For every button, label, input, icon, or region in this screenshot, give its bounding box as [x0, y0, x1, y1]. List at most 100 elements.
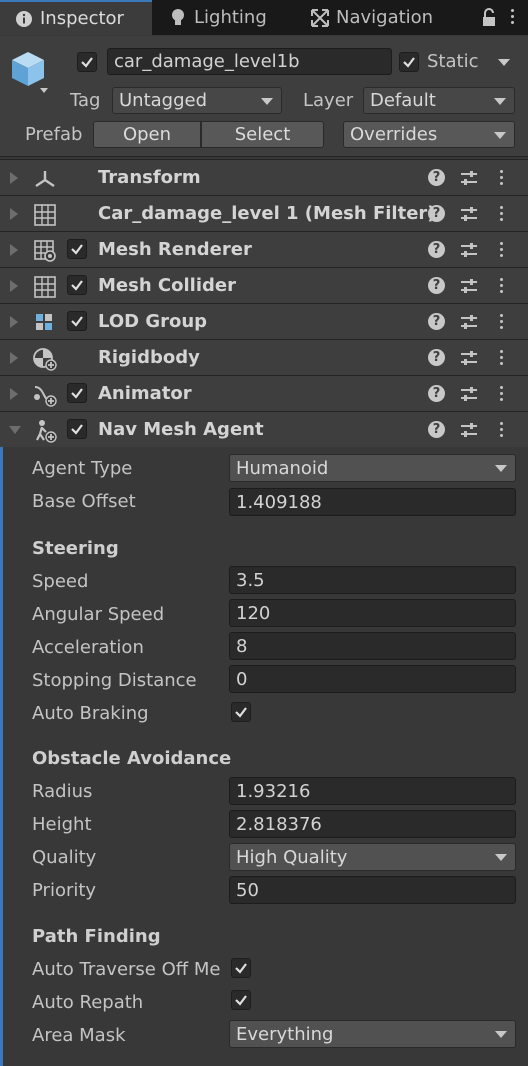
- tab-navigation-label: Navigation: [336, 7, 434, 28]
- component-menu-kebab-icon[interactable]: [498, 170, 504, 185]
- stopping-distance-field[interactable]: 0: [229, 665, 516, 693]
- auto-repath-checkbox[interactable]: [231, 990, 251, 1010]
- object-name-value: car_damage_level1b: [114, 51, 300, 72]
- component-menu-kebab-icon[interactable]: [498, 422, 504, 437]
- priority-label: Priority: [32, 880, 97, 901]
- mesh-renderer-enabled-checkbox[interactable]: [67, 239, 87, 259]
- angular-speed-field[interactable]: 120: [229, 599, 516, 627]
- foldout-arrow-icon[interactable]: [10, 208, 18, 220]
- mesh-collider-enabled-checkbox[interactable]: [67, 275, 87, 295]
- component-menu-kebab-icon[interactable]: [498, 242, 504, 257]
- component-menu-kebab-icon[interactable]: [498, 206, 504, 221]
- component-animator[interactable]: Animator ?: [0, 375, 528, 411]
- prefab-overrides-dropdown[interactable]: Overrides: [343, 121, 515, 148]
- prefab-open-button[interactable]: Open: [93, 121, 201, 148]
- quality-value: High Quality: [236, 846, 348, 868]
- chevron-down-icon: [261, 97, 273, 105]
- layer-dropdown[interactable]: Default: [363, 87, 515, 114]
- lock-icon[interactable]: [481, 8, 501, 28]
- help-icon[interactable]: ?: [428, 421, 445, 438]
- prefab-select-button[interactable]: Select: [201, 121, 324, 148]
- transform-icon: [32, 167, 58, 191]
- preset-sliders-icon[interactable]: [460, 277, 478, 295]
- gameobject-cube-icon[interactable]: [10, 48, 50, 94]
- object-name-field[interactable]: car_damage_level1b: [107, 48, 392, 75]
- agent-type-dropdown[interactable]: Humanoid: [229, 454, 516, 482]
- foldout-arrow-icon[interactable]: [10, 172, 18, 184]
- component-mesh-renderer[interactable]: Mesh Renderer ?: [0, 231, 528, 267]
- preset-sliders-icon[interactable]: [460, 385, 478, 403]
- preset-sliders-icon[interactable]: [460, 241, 478, 259]
- preset-sliders-icon[interactable]: [460, 205, 478, 223]
- tab-navigation[interactable]: Navigation: [302, 0, 462, 35]
- component-lod-group[interactable]: LOD Group ?: [0, 303, 528, 339]
- foldout-arrow-icon[interactable]: [10, 316, 18, 328]
- component-menu-kebab-icon[interactable]: [498, 386, 504, 401]
- chevron-down-icon: [494, 131, 506, 139]
- speed-label: Speed: [32, 571, 89, 592]
- lod-group-enabled-checkbox[interactable]: [67, 311, 87, 331]
- component-menu-kebab-icon[interactable]: [498, 350, 504, 365]
- foldout-arrow-icon[interactable]: [10, 388, 18, 400]
- component-mesh-collider[interactable]: Mesh Collider ?: [0, 267, 528, 303]
- acceleration-field[interactable]: 8: [229, 632, 516, 660]
- component-nav-mesh-agent[interactable]: Nav Mesh Agent ?: [0, 411, 528, 447]
- help-icon[interactable]: ?: [428, 241, 445, 258]
- height-field[interactable]: 2.818376: [229, 810, 516, 838]
- priority-field[interactable]: 50: [229, 876, 516, 904]
- base-offset-field[interactable]: 1.409188: [229, 488, 516, 516]
- tab-inspector[interactable]: Inspector: [0, 0, 152, 35]
- foldout-arrow-icon[interactable]: [10, 244, 18, 256]
- speed-field[interactable]: 3.5: [229, 566, 516, 594]
- help-icon[interactable]: ?: [428, 277, 445, 294]
- quality-dropdown[interactable]: High Quality: [229, 843, 516, 871]
- tag-label: Tag: [70, 90, 101, 111]
- help-icon[interactable]: ?: [428, 385, 445, 402]
- static-checkbox[interactable]: [399, 52, 419, 72]
- component-title: Animator: [98, 383, 192, 404]
- help-icon[interactable]: ?: [428, 313, 445, 330]
- static-label: Static: [427, 51, 479, 72]
- auto-braking-checkbox[interactable]: [231, 702, 251, 722]
- foldout-arrow-icon[interactable]: [9, 426, 21, 434]
- info-icon: [14, 9, 34, 29]
- radius-field[interactable]: 1.93216: [229, 777, 516, 805]
- component-mesh-filter[interactable]: Car_damage_level 1 (Mesh Filter) ?: [0, 195, 528, 231]
- component-menu-kebab-icon[interactable]: [498, 278, 504, 293]
- agent-type-value: Humanoid: [236, 457, 329, 479]
- acceleration-value: 8: [236, 635, 248, 657]
- preset-sliders-icon[interactable]: [460, 169, 478, 187]
- area-mask-label: Area Mask: [32, 1025, 126, 1046]
- animator-enabled-checkbox[interactable]: [67, 383, 87, 403]
- animator-icon: [32, 383, 58, 407]
- nav-mesh-agent-enabled-checkbox[interactable]: [67, 419, 87, 439]
- component-title: Mesh Collider: [98, 275, 236, 296]
- speed-value: 3.5: [236, 569, 265, 591]
- tab-bar: Inspector Lighting Navigation: [0, 0, 528, 35]
- angular-speed-label: Angular Speed: [32, 604, 165, 625]
- bulb-icon: [168, 8, 188, 28]
- preset-sliders-icon[interactable]: [460, 313, 478, 331]
- area-mask-dropdown[interactable]: Everything: [229, 1020, 516, 1048]
- component-rigidbody[interactable]: Rigidbody ?: [0, 339, 528, 375]
- tab-lighting[interactable]: Lighting: [158, 0, 298, 35]
- component-menu-kebab-icon[interactable]: [498, 314, 504, 329]
- tag-dropdown[interactable]: Untagged: [112, 87, 282, 114]
- help-icon[interactable]: ?: [428, 205, 445, 222]
- prefab-open-label: Open: [122, 124, 172, 145]
- tab-menu-kebab-icon[interactable]: [509, 9, 515, 24]
- component-transform[interactable]: Transform ?: [0, 159, 528, 195]
- tab-lighting-label: Lighting: [194, 7, 267, 28]
- auto-traverse-checkbox[interactable]: [231, 958, 251, 978]
- help-icon[interactable]: ?: [428, 169, 445, 186]
- obstacle-avoidance-header: Obstacle Avoidance: [32, 748, 232, 769]
- component-title: Car_damage_level 1 (Mesh Filter): [98, 203, 436, 224]
- static-dropdown-arrow-icon[interactable]: [498, 59, 510, 66]
- preset-sliders-icon[interactable]: [460, 421, 478, 439]
- foldout-arrow-icon[interactable]: [10, 352, 18, 364]
- help-icon[interactable]: ?: [428, 349, 445, 366]
- preset-sliders-icon[interactable]: [460, 349, 478, 367]
- active-checkbox[interactable]: [77, 52, 97, 72]
- chevron-down-icon: [494, 97, 506, 105]
- foldout-arrow-icon[interactable]: [10, 280, 18, 292]
